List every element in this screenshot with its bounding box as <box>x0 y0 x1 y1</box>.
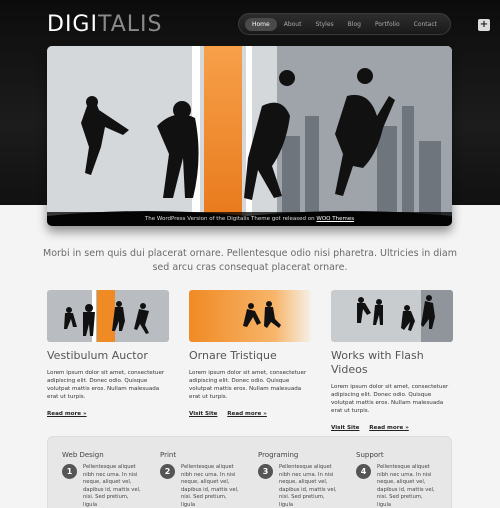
feature-image <box>47 290 169 342</box>
service-text: Pellentesque aliquet nibh nec urna. In n… <box>377 464 435 508</box>
feature-title: Vestibulum Auctor <box>47 349 148 362</box>
hero-caption-text: The WordPress Version of the Digitalis T… <box>144 216 317 222</box>
hero-slider[interactable]: The WordPress Version of the Digitalis T… <box>47 46 452 226</box>
service-text: Pellentesque aliquet nibh nec urna. In n… <box>279 464 337 508</box>
feature-text: Lorem ipsum dolor sit amet, consectetuer… <box>47 370 165 400</box>
number-2-icon: 2 <box>160 464 175 479</box>
service-print: Print 2 Pellentesque aliquet nibh nec ur… <box>160 451 240 508</box>
site-logo[interactable]: DIGITALIS <box>47 12 162 37</box>
feature-thumb[interactable] <box>47 290 169 342</box>
service-support: Support 4 Pellentesque aliquet nibh nec … <box>356 451 436 508</box>
read-more-link[interactable]: Read more » <box>227 411 267 417</box>
main-nav: Home About Styles Blog Portfolio Contact <box>238 13 451 35</box>
nav-blog[interactable]: Blog <box>341 18 368 31</box>
service-text: Pellentesque aliquet nibh nec urna. In n… <box>181 464 239 508</box>
read-more-link[interactable]: Read more » <box>369 425 409 431</box>
visit-site-link[interactable]: Visit Site <box>331 425 359 431</box>
hero-caption-link[interactable]: WOO Themes <box>316 216 354 222</box>
nav-styles[interactable]: Styles <box>308 18 340 31</box>
service-programing: Programing 3 Pellentesque aliquet nibh n… <box>258 451 338 508</box>
nav-home[interactable]: Home <box>245 17 277 31</box>
hero-image <box>47 46 452 226</box>
number-1-icon: 1 <box>62 464 77 479</box>
number-4-icon: 4 <box>356 464 371 479</box>
service-text: Pellentesque aliquet nibh nec urna. In n… <box>83 464 141 508</box>
feature-text: Lorem ipsum dolor sit amet, consectetuer… <box>331 384 449 414</box>
feature-title: Works with Flash Videos <box>331 349 424 376</box>
feature-image <box>331 290 453 342</box>
service-web-design: Web Design 1 Pellentesque aliquet nibh n… <box>62 451 142 508</box>
logo-part-2: TALIS <box>97 12 163 37</box>
service-title: Support <box>356 451 384 459</box>
service-title: Programing <box>258 451 299 459</box>
nav-contact[interactable]: Contact <box>407 18 444 31</box>
feature-flash-videos: Works with Flash Videos Lorem ipsum dolo… <box>331 290 453 431</box>
logo-part-1: DIGI <box>47 12 98 37</box>
feature-text: Lorem ipsum dolor sit amet, consectetuer… <box>189 370 307 400</box>
feature-title: Ornare Tristique <box>189 349 277 362</box>
service-title: Print <box>160 451 177 459</box>
tagline: Morbi in sem quis dui placerat ornare. P… <box>43 248 457 273</box>
feature-vestibulum: Vestibulum Auctor Lorem ipsum dolor sit … <box>47 290 169 417</box>
services-panel: Web Design 1 Pellentesque aliquet nibh n… <box>47 436 452 508</box>
feature-thumb[interactable] <box>189 290 311 342</box>
nav-about[interactable]: About <box>277 18 309 31</box>
read-more-link[interactable]: Read more » <box>47 411 87 417</box>
feature-image <box>189 290 311 342</box>
plus-icon[interactable]: + <box>478 19 490 31</box>
service-title: Web Design <box>62 451 104 459</box>
feature-ornare: Ornare Tristique Lorem ipsum dolor sit a… <box>189 290 311 417</box>
nav-portfolio[interactable]: Portfolio <box>368 18 407 31</box>
number-3-icon: 3 <box>258 464 273 479</box>
hero-caption: The WordPress Version of the Digitalis T… <box>47 212 452 226</box>
feature-thumb[interactable] <box>331 290 453 342</box>
visit-site-link[interactable]: Visit Site <box>189 411 217 417</box>
